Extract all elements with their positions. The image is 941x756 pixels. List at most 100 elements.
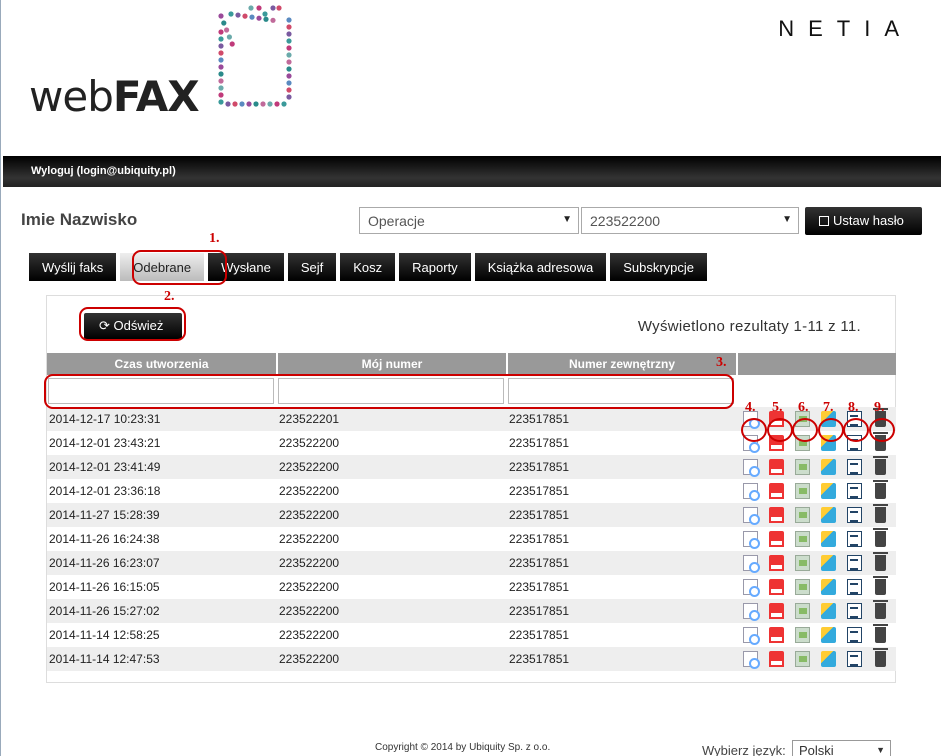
email-icon[interactable] [821,507,836,523]
email-icon[interactable] [821,531,836,547]
email-icon[interactable] [821,555,836,571]
cell-my-number: 223522200 [277,431,507,455]
document-icon[interactable] [847,603,862,619]
document-icon[interactable] [847,651,862,667]
tif-icon[interactable] [795,579,810,595]
preview-icon[interactable] [743,627,760,645]
table-row[interactable]: 2014-11-26 16:24:38 223522200 223517851 [47,527,896,551]
cell-my-number: 223522200 [277,551,507,575]
trash-icon[interactable] [873,552,888,571]
cell-my-number: 223522201 [277,407,507,431]
table-row[interactable]: 2014-11-26 16:23:07 223522200 223517851 [47,551,896,575]
cell-my-number: 223522200 [277,599,507,623]
cell-my-number: 223522200 [277,647,507,671]
pdf-icon[interactable] [769,651,784,667]
annotation-number: 9. [874,400,885,415]
pdf-icon[interactable] [769,507,784,523]
table-row[interactable]: 2014-11-26 15:27:02 223522200 223517851 [47,599,896,623]
preview-icon[interactable] [743,483,760,501]
cell-my-number: 223522200 [277,455,507,479]
pdf-icon[interactable] [769,531,784,547]
pdf-icon[interactable] [769,555,784,571]
tif-icon[interactable] [795,603,810,619]
table-row[interactable]: 2014-11-27 15:28:39 223522200 223517851 [47,503,896,527]
pdf-icon[interactable] [769,627,784,643]
trash-icon[interactable] [873,600,888,619]
email-icon[interactable] [821,483,836,499]
pdf-icon[interactable] [769,483,784,499]
tif-icon[interactable] [795,531,810,547]
email-icon[interactable] [821,579,836,595]
tab-4[interactable]: Kosz [340,253,396,281]
set-password-button[interactable]: Ustaw hasło [805,207,922,235]
document-icon[interactable] [847,483,862,499]
trash-icon[interactable] [873,648,888,667]
preview-icon[interactable] [743,603,760,621]
document-icon[interactable] [847,507,862,523]
cell-my-number: 223522200 [277,575,507,599]
cell-my-number: 223522200 [277,623,507,647]
column-header-created[interactable]: Czas utworzenia [47,353,278,375]
tif-icon[interactable] [795,459,810,475]
logo-text-light: web [29,72,114,121]
tif-icon[interactable] [795,651,810,667]
tif-icon[interactable] [795,507,810,523]
pdf-icon[interactable] [769,579,784,595]
document-icon[interactable] [847,531,862,547]
language-select[interactable]: Polski ▼ [792,740,891,756]
trash-icon[interactable] [873,504,888,523]
tif-icon[interactable] [795,483,810,499]
cell-actions [737,527,896,551]
document-icon[interactable] [847,627,862,643]
email-icon[interactable] [821,627,836,643]
preview-icon[interactable] [743,459,760,477]
cell-created: 2014-11-26 15:27:02 [47,599,277,623]
table-row[interactable]: 2014-11-14 12:58:25 223522200 223517851 [47,623,896,647]
email-icon[interactable] [821,459,836,475]
email-icon[interactable] [821,603,836,619]
preview-icon[interactable] [743,651,760,669]
trash-icon[interactable] [873,480,888,499]
tif-icon[interactable] [795,627,810,643]
cell-external-number: 223517851 [507,527,737,551]
pdf-icon[interactable] [769,459,784,475]
operations-select[interactable]: Operacje ▼ [359,207,579,234]
column-header-external-number[interactable]: Numer zewnętrzny [507,353,738,375]
cell-created: 2014-12-01 23:43:21 [47,431,277,455]
cell-my-number: 223522200 [277,527,507,551]
user-name: Imie Nazwisko [21,210,138,229]
column-header-my-number[interactable]: Mój numer [277,353,508,375]
tab-0[interactable]: Wyślij faks [29,253,117,281]
table-row[interactable]: 2014-11-26 16:15:05 223522200 223517851 [47,575,896,599]
tif-icon[interactable] [795,555,810,571]
tab-6[interactable]: Książka adresowa [474,253,607,281]
number-select[interactable]: 223522200 ▼ [581,207,799,234]
trash-icon[interactable] [873,576,888,595]
trash-icon[interactable] [873,624,888,643]
tab-3[interactable]: Sejf [287,253,337,281]
table-row[interactable]: 2014-12-01 23:36:18 223522200 223517851 [47,479,896,503]
preview-icon[interactable] [743,555,760,573]
table-row[interactable]: 2014-11-14 12:47:53 223522200 223517851 [47,647,896,671]
table-row[interactable]: 2014-12-01 23:41:49 223522200 223517851 [47,455,896,479]
tab-bar: Wyślij faks Odebrane Wysłane Sejf Kosz Raport… [29,253,707,281]
annotation-highlight-icon [869,418,895,442]
tab-7[interactable]: Subskrypcje [610,253,707,281]
annotation-number: 4. [745,400,756,415]
tab-5[interactable]: Raporty [399,253,471,281]
document-icon[interactable] [847,555,862,571]
document-icon[interactable] [847,579,862,595]
email-icon[interactable] [821,651,836,667]
cell-actions [737,599,896,623]
copyright: Copyright © 2014 by Ubiquity Sp. z o.o. [375,742,551,753]
preview-icon[interactable] [743,531,760,549]
annotation-number: 8. [848,400,859,415]
document-icon[interactable] [847,459,862,475]
preview-icon[interactable] [743,507,760,525]
logout-link[interactable]: Wyloguj (login@ubiquity.pl) [31,165,176,177]
trash-icon[interactable] [873,528,888,547]
preview-icon[interactable] [743,579,760,597]
pdf-icon[interactable] [769,603,784,619]
trash-icon[interactable] [873,456,888,475]
number-select-value: 223522200 [590,213,661,229]
